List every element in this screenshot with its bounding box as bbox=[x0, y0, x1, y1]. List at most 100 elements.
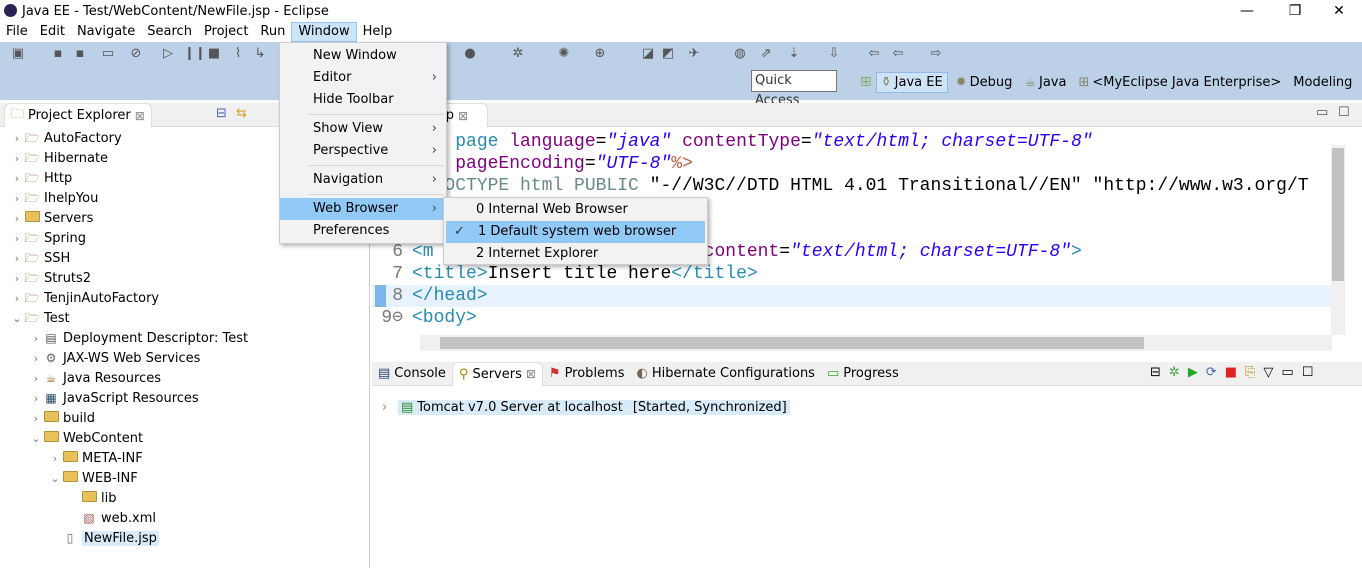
expand-toggle-icon[interactable]: › bbox=[10, 132, 24, 145]
expand-toggle-icon[interactable]: › bbox=[29, 332, 43, 345]
open-folder-icon[interactable]: ◩ bbox=[660, 46, 676, 62]
run-icon[interactable]: ✈ bbox=[686, 46, 702, 62]
perspective-javaee[interactable]: ⚱ Java EE bbox=[875, 71, 948, 93]
menu-edit[interactable]: Edit bbox=[34, 22, 71, 42]
expand-toggle-icon[interactable]: › bbox=[10, 212, 24, 225]
collapse-all-icon[interactable]: ⊟ bbox=[216, 106, 227, 121]
disconnect-icon[interactable]: ⌇ bbox=[230, 46, 246, 62]
tree-item[interactable]: ▧ web.xml bbox=[0, 508, 369, 528]
perspective-myeclipsejavaenterprise[interactable]: ⊞ <MyEclipse Java Enterprise> bbox=[1074, 73, 1285, 92]
tab-hibernate-configurations[interactable]: ◐ Hibernate Configurations bbox=[630, 362, 820, 386]
menu-item-perspective[interactable]: Perspective › bbox=[280, 140, 446, 162]
tree-item[interactable]: › ▦ JavaScript Resources bbox=[0, 388, 369, 408]
tree-item[interactable]: › build bbox=[0, 408, 369, 428]
start-server-icon[interactable]: ▶ bbox=[1188, 365, 1198, 380]
menu-item-show-view[interactable]: Show View › bbox=[280, 118, 446, 140]
suspend-icon[interactable]: ❙❙ bbox=[184, 46, 206, 62]
tree-item[interactable]: ⌄ WebContent bbox=[0, 428, 369, 448]
minimize-button[interactable]: — bbox=[1224, 0, 1270, 22]
tree-item[interactable]: ⌄ WEB-INF bbox=[0, 468, 369, 488]
expand-toggle-icon[interactable]: › bbox=[10, 152, 24, 165]
web-browser-icon[interactable]: ◍ bbox=[732, 46, 748, 62]
tree-item[interactable]: › 🗁 SSH bbox=[0, 248, 369, 268]
expand-toggle-icon[interactable]: ⌄ bbox=[10, 312, 24, 325]
horizontal-scroll-thumb[interactable] bbox=[440, 337, 1144, 349]
annotation-icon[interactable]: ⇣ bbox=[786, 46, 802, 62]
quick-access-input[interactable]: Quick Access bbox=[751, 70, 837, 108]
tree-item[interactable]: › ☕ Java Resources bbox=[0, 368, 369, 388]
save-icon[interactable]: ▪ bbox=[50, 46, 66, 62]
menu-file[interactable]: File bbox=[0, 22, 34, 42]
close-icon[interactable]: ⊠ bbox=[135, 109, 145, 123]
tab-console[interactable]: ▤ Console bbox=[372, 362, 452, 386]
open-console-icon[interactable]: ▭ bbox=[100, 46, 116, 62]
tree-item[interactable]: › ▤ Deployment Descriptor: Test bbox=[0, 328, 369, 348]
debug-server-icon[interactable]: ✲ bbox=[1169, 365, 1180, 380]
tree-item[interactable]: › ⚙ JAX-WS Web Services bbox=[0, 348, 369, 368]
tree-item[interactable]: › 🗁 Struts2 bbox=[0, 268, 369, 288]
menu-item-navigation[interactable]: Navigation › bbox=[280, 169, 446, 191]
menu-search[interactable]: Search bbox=[141, 22, 198, 42]
new-server-icon[interactable]: ✺ bbox=[556, 46, 572, 62]
profile-server-icon[interactable]: ⟳ bbox=[1206, 365, 1217, 380]
open-type-icon[interactable]: ◪ bbox=[640, 46, 656, 62]
vertical-scroll-thumb[interactable] bbox=[1332, 148, 1344, 281]
tree-item[interactable]: lib bbox=[0, 488, 369, 508]
expand-toggle-icon[interactable]: › bbox=[10, 232, 24, 245]
tree-item[interactable]: › META-INF bbox=[0, 448, 369, 468]
resume-icon[interactable]: ▷ bbox=[160, 46, 176, 62]
tab-progress[interactable]: ▭ Progress bbox=[821, 362, 905, 386]
menu-item-web-browser[interactable]: Web Browser › bbox=[280, 198, 446, 220]
tree-item[interactable]: › 🗁 TenjinAutoFactory bbox=[0, 288, 369, 308]
minimize-icon[interactable]: ▭ bbox=[1281, 365, 1293, 380]
link-editor-icon[interactable]: ⇆ bbox=[236, 106, 247, 121]
menu-run[interactable]: Run bbox=[254, 22, 291, 42]
run-server-icon[interactable]: ● bbox=[462, 46, 478, 62]
tab-problems[interactable]: ⚑ Problems bbox=[543, 362, 631, 386]
collapse-icon[interactable]: ⊟ bbox=[1150, 365, 1161, 380]
new-icon[interactable]: ▣ bbox=[10, 46, 26, 62]
deploy-icon[interactable]: ⇗ bbox=[758, 46, 774, 62]
publish-icon[interactable]: ⎘ bbox=[1245, 365, 1255, 380]
perspective-debug[interactable]: ✹ Debug bbox=[952, 73, 1017, 92]
stop-server-icon[interactable]: ■ bbox=[1225, 365, 1237, 380]
tab-servers[interactable]: ⚲ Servers ⊠ bbox=[451, 361, 543, 386]
expand-toggle-icon[interactable]: › bbox=[29, 392, 43, 405]
open-perspective-icon[interactable]: ⊞ bbox=[860, 74, 872, 90]
expand-toggle-icon[interactable]: › bbox=[29, 372, 43, 385]
tab-project-explorer[interactable]: 🗀 Project Explorer ⊠ bbox=[4, 103, 152, 127]
expand-toggle-icon[interactable]: › bbox=[10, 172, 24, 185]
menu-project[interactable]: Project bbox=[198, 22, 254, 42]
skip-breakpoints-icon[interactable]: ⊘ bbox=[128, 46, 144, 62]
terminate-icon[interactable]: ■ bbox=[206, 46, 222, 62]
close-icon[interactable]: ⊠ bbox=[526, 367, 536, 381]
step-into-icon[interactable]: ↳ bbox=[252, 46, 268, 62]
expand-toggle-icon[interactable]: ⌄ bbox=[29, 432, 43, 445]
close-icon[interactable]: ⊠ bbox=[458, 109, 468, 123]
back2-icon[interactable]: ⇦ bbox=[890, 46, 906, 62]
server-row[interactable]: › ▤ Tomcat v7.0 Server at localhost [Sta… bbox=[372, 396, 1362, 418]
menu-window[interactable]: Window bbox=[291, 22, 357, 42]
menu-item-hide-toolbar[interactable]: Hide Toolbar bbox=[280, 89, 446, 111]
browser-option[interactable]: 2 Internet Explorer bbox=[444, 243, 707, 265]
next-ann-icon[interactable]: ⇩ bbox=[826, 46, 842, 62]
menu-item-editor[interactable]: Editor › bbox=[280, 67, 446, 89]
expand-toggle-icon[interactable]: › bbox=[29, 412, 43, 425]
debug-icon[interactable]: ✲ bbox=[510, 46, 526, 62]
perspective-modeling[interactable]: Modeling bbox=[1289, 73, 1356, 92]
expand-toggle-icon[interactable]: › bbox=[10, 292, 24, 305]
browser-option[interactable]: 0 Internal Web Browser bbox=[444, 199, 707, 221]
expand-toggle-icon[interactable]: › bbox=[48, 452, 62, 465]
minimize-icon[interactable]: ▭ bbox=[1316, 105, 1328, 120]
forward-icon[interactable]: ⇨ bbox=[928, 46, 944, 62]
expand-toggle-icon[interactable]: ⌄ bbox=[48, 472, 62, 485]
maximize-icon[interactable]: ☐ bbox=[1338, 105, 1350, 120]
tree-item[interactable]: ⌄ 🗁 Test bbox=[0, 308, 369, 328]
back-icon[interactable]: ⇦ bbox=[866, 46, 882, 62]
expand-toggle-icon[interactable]: › bbox=[10, 272, 24, 285]
menu-navigate[interactable]: Navigate bbox=[71, 22, 141, 42]
view-menu-icon[interactable]: ▽ bbox=[1263, 365, 1273, 380]
perspective-java[interactable]: ☕ Java bbox=[1020, 73, 1070, 92]
expand-toggle-icon[interactable]: › bbox=[10, 252, 24, 265]
save-all-icon[interactable]: ▪ bbox=[72, 46, 88, 62]
